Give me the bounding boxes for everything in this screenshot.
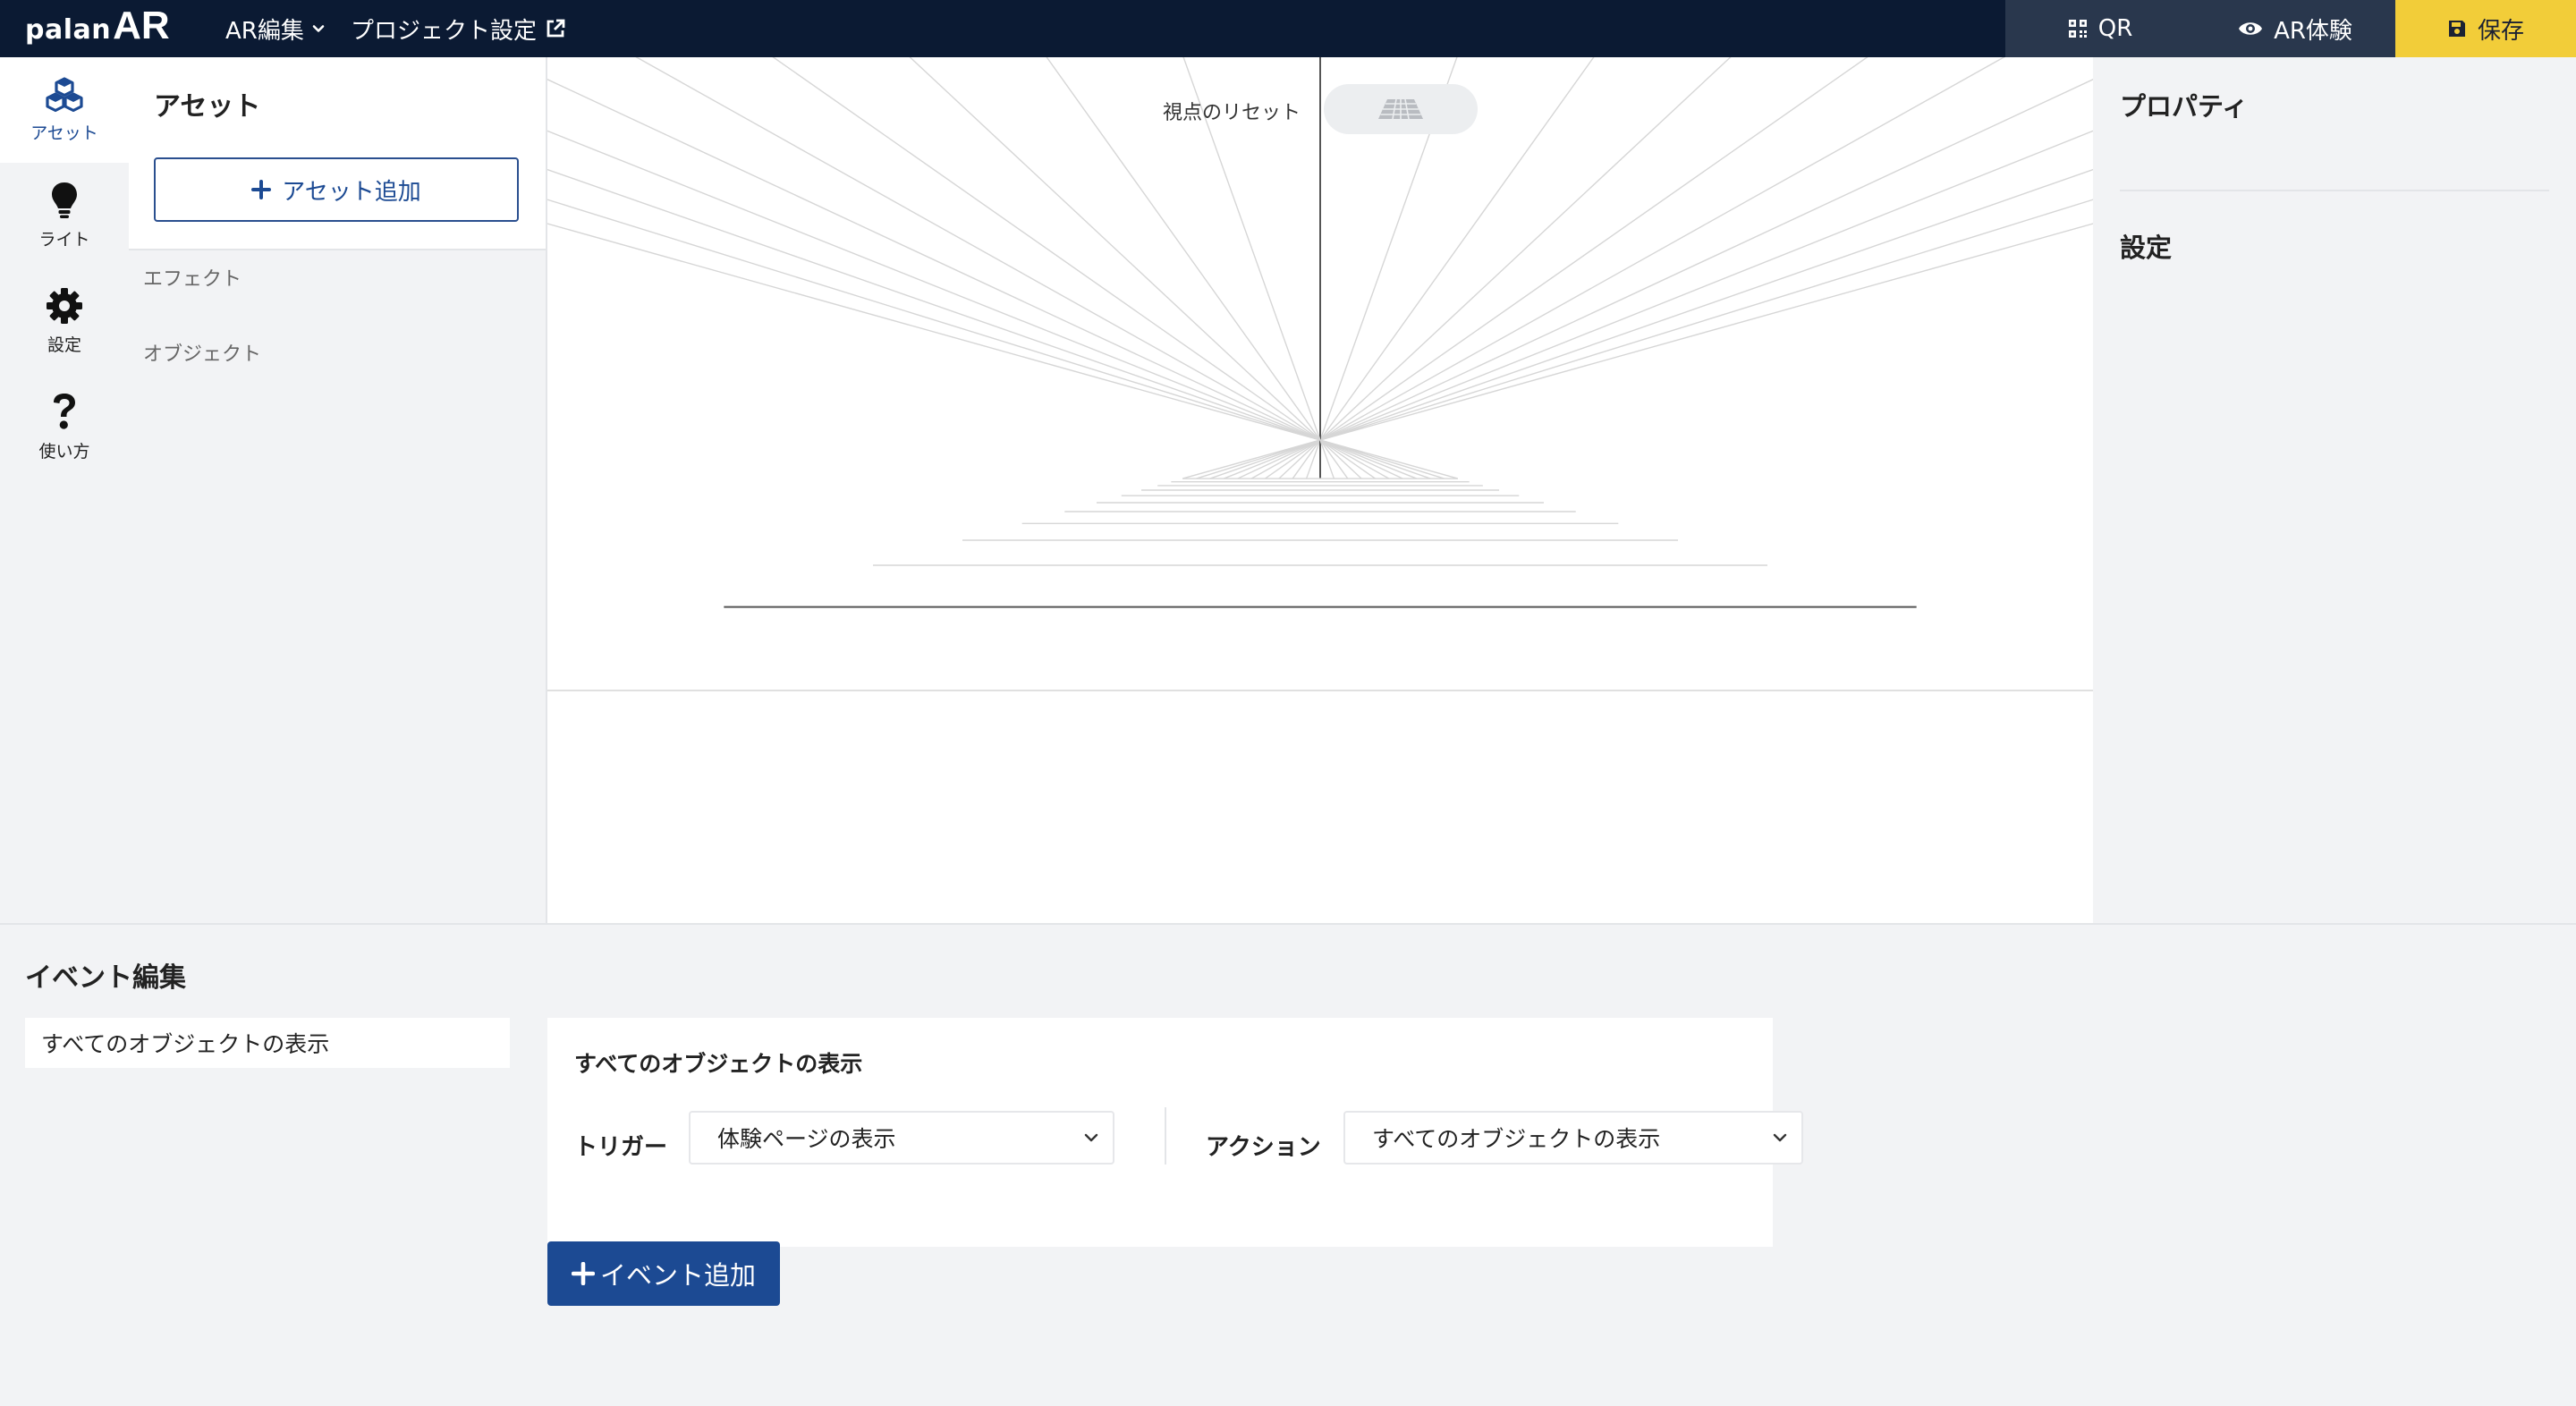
ar-experience-label: AR体験 <box>2274 17 2352 45</box>
ar-edit-menu[interactable]: AR編集 <box>225 0 326 57</box>
trigger-select[interactable]: 体験ページの表示 <box>689 1111 1114 1165</box>
grid-line <box>1182 223 2093 479</box>
reset-view-button[interactable] <box>1324 84 1478 134</box>
app-logo[interactable]: palan AR <box>25 4 170 54</box>
event-card: すべてのオブジェクトの表示 トリガー 体験ページの表示 アクション すべてのオブ… <box>547 1018 1803 1247</box>
project-settings-label: プロジェクト設定 <box>351 17 538 45</box>
asset-panel: アセット アセット追加 エフェクト オブジェクト <box>129 57 547 923</box>
chevron-down-icon <box>312 25 325 32</box>
chevron-down-icon <box>1773 1133 1787 1142</box>
cubes-icon <box>46 76 83 112</box>
question-icon <box>54 393 75 429</box>
settings-title: 設定 <box>2120 233 2173 263</box>
sidebar-item-settings[interactable]: 設定 <box>0 268 129 374</box>
properties-title: プロパティ <box>2120 91 2249 122</box>
divider <box>1165 1107 1166 1165</box>
logo-text-small: palan <box>25 14 112 46</box>
ar-experience-button[interactable]: AR体験 <box>2195 0 2395 57</box>
sidebar-item-label: 使い方 <box>38 441 90 462</box>
trigger-value: 体験ページの表示 <box>717 1126 896 1152</box>
sidebar-item-how-to-use[interactable]: 使い方 <box>0 374 129 479</box>
grid-line <box>547 223 1459 479</box>
add-asset-button[interactable]: アセット追加 <box>154 157 519 222</box>
reset-view-label: 視点のリセット <box>1163 102 1301 124</box>
asset-category-objects[interactable]: オブジェクト <box>143 338 261 367</box>
event-editor: イベント編集 すべてのオブジェクトの表示 すべてのオブジェクトの表示 トリガー … <box>0 923 2576 1406</box>
floppy-disk-icon <box>2448 21 2465 37</box>
save-label: 保存 <box>2477 17 2524 45</box>
qr-label: QR <box>2097 15 2133 42</box>
action-select[interactable]: すべてのオブジェクトの表示 <box>1343 1111 1803 1165</box>
asset-panel-header: アセット アセット追加 <box>129 57 546 250</box>
qr-icon <box>2068 20 2087 38</box>
action-value: すべてのオブジェクトの表示 <box>1372 1126 1661 1152</box>
save-button[interactable]: 保存 <box>2395 0 2576 57</box>
divider <box>2120 190 2549 191</box>
lightbulb-icon <box>52 182 77 218</box>
plus-icon <box>251 180 272 199</box>
add-event-button[interactable]: イベント追加 <box>547 1241 780 1306</box>
asset-panel-title: アセット <box>154 91 261 123</box>
add-event-label: イベント追加 <box>599 1260 756 1291</box>
action-label: アクション <box>1206 1134 1321 1161</box>
grid-line <box>547 199 1445 479</box>
add-asset-label: アセット追加 <box>282 178 421 206</box>
project-settings-link[interactable]: プロジェクト設定 <box>351 0 567 57</box>
top-bar: palan AR AR編集 プロジェクト設定 QR AR体験 保存 <box>0 0 2576 57</box>
qr-button[interactable]: QR <box>2005 0 2195 57</box>
sidebar-item-label: アセット <box>30 123 98 143</box>
sidebar-item-lights[interactable]: ライト <box>0 163 129 268</box>
sidebar-item-assets[interactable]: アセット <box>0 57 129 163</box>
gear-icon <box>47 287 82 324</box>
eye-icon <box>2239 22 2263 35</box>
trigger-label: トリガー <box>574 1134 668 1161</box>
plus-icon <box>571 1262 595 1285</box>
properties-panel: プロパティ 設定 <box>2093 57 2576 923</box>
sidebar: アセット ライト 設定 使い方 <box>0 57 129 923</box>
asset-category-effects[interactable]: エフェクト <box>143 263 242 292</box>
grid-plane-icon <box>1378 98 1423 120</box>
event-card-title: すべてのオブジェクトの表示 <box>574 1051 863 1077</box>
logo-text-large: AR <box>113 4 170 47</box>
sidebar-item-label: 設定 <box>47 335 81 355</box>
ar-edit-label: AR編集 <box>225 17 304 45</box>
event-editor-title: イベント編集 <box>25 962 186 994</box>
sidebar-item-label: ライト <box>38 229 90 250</box>
external-link-icon <box>547 19 565 38</box>
ground-grid <box>547 57 2093 691</box>
scene-viewport[interactable]: 視点のリセット <box>547 57 2093 923</box>
event-list-item[interactable]: すべてのオブジェクトの表示 <box>25 1018 510 1068</box>
chevron-down-icon <box>1084 1133 1098 1142</box>
